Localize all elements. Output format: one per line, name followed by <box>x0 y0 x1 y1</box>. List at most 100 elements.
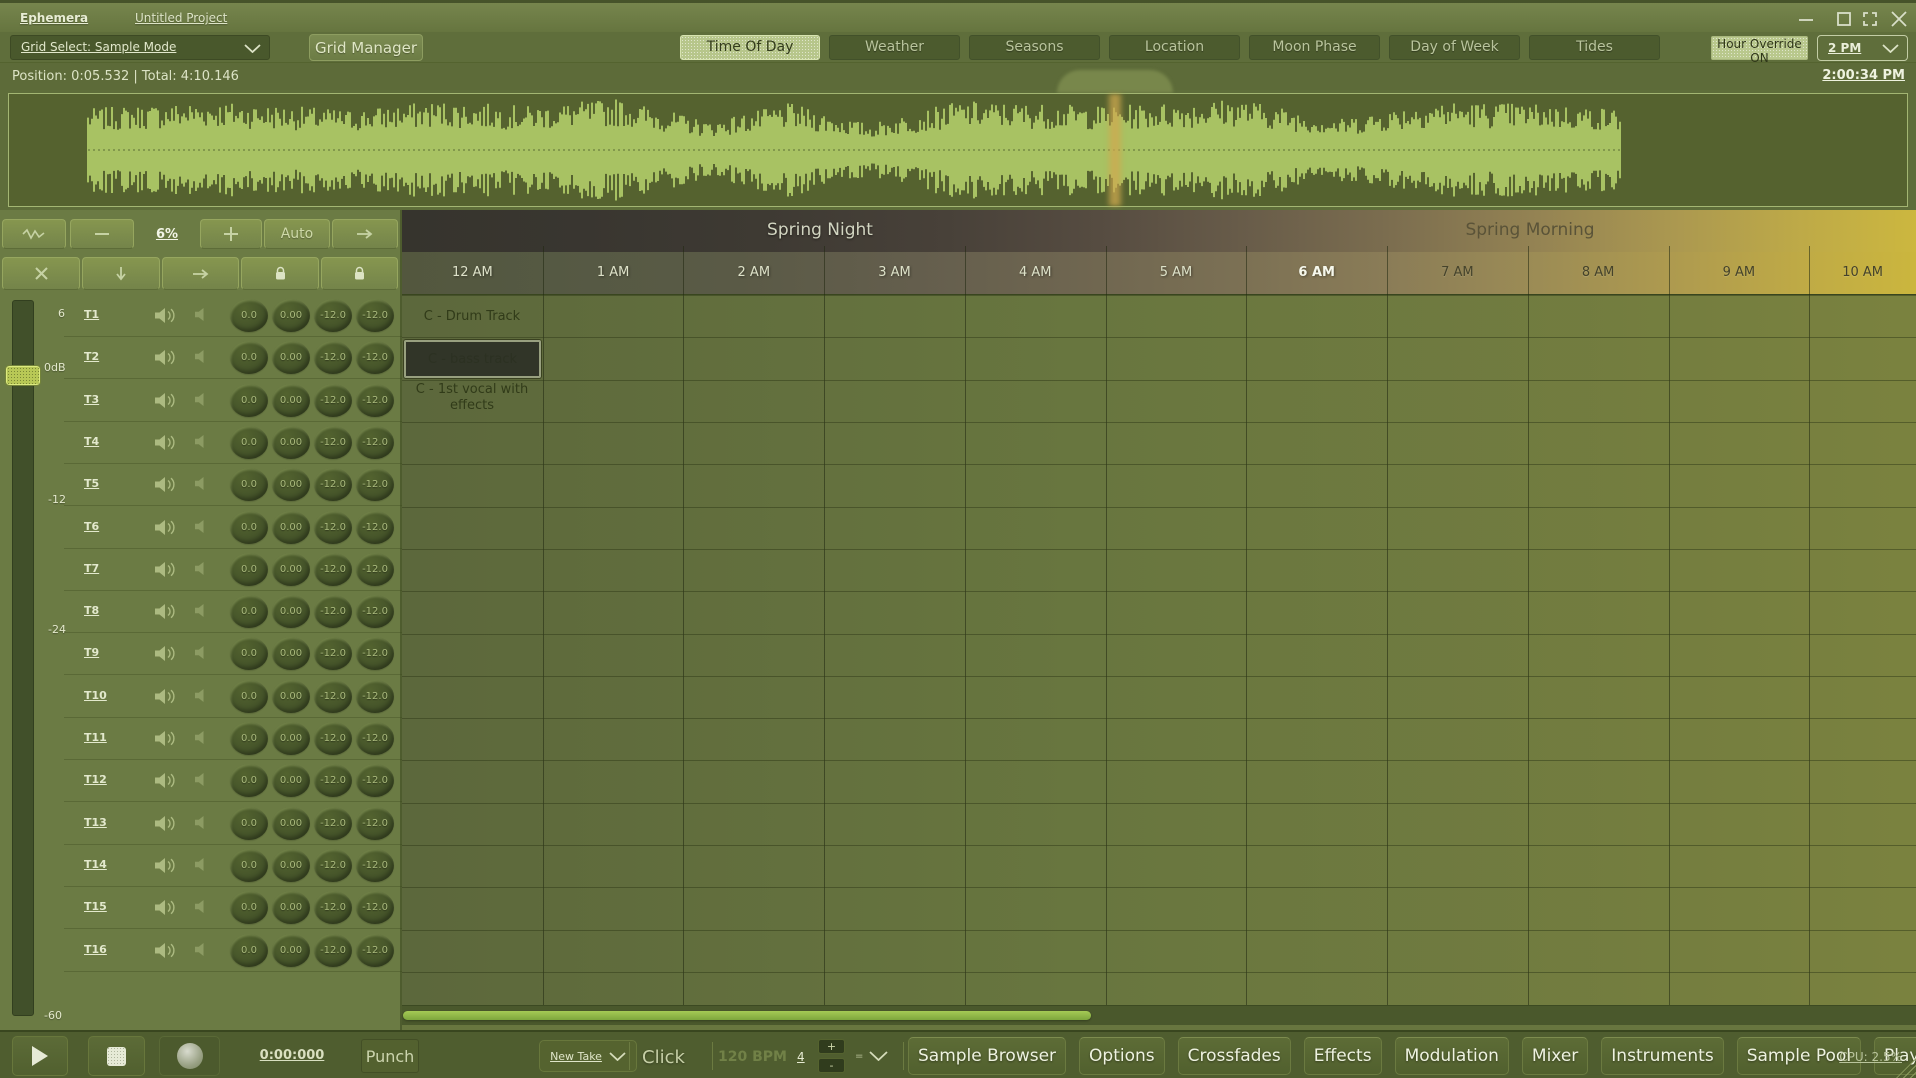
maximize-icon[interactable] <box>1835 10 1853 28</box>
track-label[interactable]: T13 <box>84 816 107 829</box>
track-knob[interactable]: -12.0 <box>314 553 352 586</box>
speaker-on-icon[interactable] <box>154 815 178 836</box>
clip-drum-track[interactable]: C - Drum Track <box>402 295 542 337</box>
click-button[interactable]: Click <box>642 1047 685 1068</box>
beats-increment-button[interactable]: + <box>818 1039 845 1054</box>
speaker-on-icon[interactable] <box>154 688 178 709</box>
speaker-muted-icon[interactable] <box>194 772 208 791</box>
menu-button-effects[interactable]: Effects <box>1304 1037 1382 1075</box>
tab-location[interactable]: Location <box>1109 35 1240 60</box>
track-knob[interactable]: -12.0 <box>356 341 394 374</box>
track-knob[interactable]: 0.0 <box>230 341 268 374</box>
tab-moon-phase[interactable]: Moon Phase <box>1249 35 1380 60</box>
track-knob[interactable]: -12.0 <box>314 595 352 628</box>
auto-button[interactable]: Auto <box>264 219 330 249</box>
track-knob[interactable]: -12.0 <box>314 468 352 501</box>
record-button[interactable] <box>159 1036 220 1076</box>
close-icon[interactable] <box>1890 10 1908 28</box>
track-knob[interactable]: 0.00 <box>272 595 310 628</box>
track-knob[interactable]: -12.0 <box>314 849 352 882</box>
horizontal-scrollbar[interactable] <box>402 1005 1916 1025</box>
beats-value[interactable]: 4 <box>797 1050 805 1064</box>
track-knob[interactable]: -12.0 <box>356 680 394 713</box>
transport-time[interactable]: 0:00:000 <box>252 1048 332 1063</box>
track-knob[interactable]: 0.0 <box>230 764 268 797</box>
track-knob[interactable]: 0.00 <box>272 426 310 459</box>
track-knob[interactable]: 0.00 <box>272 511 310 544</box>
clip-vocal-track[interactable]: C - 1st vocal with effects <box>402 382 542 414</box>
track-label[interactable]: T11 <box>84 731 107 744</box>
play-button[interactable] <box>12 1036 68 1076</box>
track-knob[interactable]: 0.00 <box>272 934 310 967</box>
track-knob[interactable]: -12.0 <box>314 384 352 417</box>
hour-select-dropdown[interactable]: 2 PM <box>1817 35 1908 61</box>
track-knob[interactable]: 0.0 <box>230 637 268 670</box>
track-knob[interactable]: -12.0 <box>314 426 352 459</box>
track-knob[interactable]: -12.0 <box>356 426 394 459</box>
track-knob[interactable]: 0.00 <box>272 637 310 670</box>
track-knob[interactable]: -12.0 <box>356 299 394 332</box>
app-menu[interactable]: Ephemera <box>20 11 88 25</box>
speaker-muted-icon[interactable] <box>194 561 208 580</box>
track-knob[interactable]: -12.0 <box>314 680 352 713</box>
track-knob[interactable]: 0.0 <box>230 468 268 501</box>
track-knob[interactable]: 0.00 <box>272 764 310 797</box>
track-label[interactable]: T14 <box>84 858 107 871</box>
track-knob[interactable]: 0.00 <box>272 553 310 586</box>
speaker-on-icon[interactable] <box>154 519 178 540</box>
speaker-on-icon[interactable] <box>154 942 178 963</box>
track-knob[interactable]: -12.0 <box>356 891 394 924</box>
speaker-muted-icon[interactable] <box>194 392 208 411</box>
track-knob[interactable]: 0.00 <box>272 680 310 713</box>
note-value-dropdown[interactable]: = <box>855 1044 899 1068</box>
lock-all-button[interactable] <box>321 257 398 290</box>
track-label[interactable]: T6 <box>84 520 99 533</box>
waveform-zoom-button[interactable] <box>2 219 66 249</box>
track-label[interactable]: T12 <box>84 773 107 786</box>
zoom-in-button[interactable] <box>200 219 262 249</box>
speaker-on-icon[interactable] <box>154 307 178 328</box>
track-knob[interactable]: 0.0 <box>230 934 268 967</box>
speaker-muted-icon[interactable] <box>194 815 208 834</box>
track-label[interactable]: T4 <box>84 435 99 448</box>
speaker-on-icon[interactable] <box>154 730 178 751</box>
clear-button[interactable] <box>2 257 80 290</box>
track-knob[interactable]: 0.00 <box>272 807 310 840</box>
track-knob[interactable]: -12.0 <box>314 807 352 840</box>
grid-manager-button[interactable]: Grid Manager <box>309 34 423 61</box>
speaker-muted-icon[interactable] <box>194 688 208 707</box>
speaker-on-icon[interactable] <box>154 434 178 455</box>
track-knob[interactable]: -12.0 <box>356 722 394 755</box>
speaker-muted-icon[interactable] <box>194 942 208 961</box>
track-knob[interactable]: 0.0 <box>230 891 268 924</box>
menu-button-instruments[interactable]: Instruments <box>1601 1037 1723 1075</box>
speaker-on-icon[interactable] <box>154 645 178 666</box>
track-label[interactable]: T8 <box>84 604 99 617</box>
speaker-on-icon[interactable] <box>154 603 178 624</box>
track-knob[interactable]: 0.0 <box>230 807 268 840</box>
track-knob[interactable]: -12.0 <box>356 384 394 417</box>
fullscreen-icon[interactable] <box>1861 10 1879 28</box>
track-knob[interactable]: 0.0 <box>230 299 268 332</box>
track-knob[interactable]: -12.0 <box>356 511 394 544</box>
track-knob[interactable]: 0.0 <box>230 511 268 544</box>
move-right-button[interactable] <box>162 257 239 290</box>
waveform-overview[interactable] <box>8 93 1908 207</box>
speaker-on-icon[interactable] <box>154 857 178 878</box>
speaker-muted-icon[interactable] <box>194 476 208 495</box>
track-label[interactable]: T5 <box>84 477 99 490</box>
speaker-muted-icon[interactable] <box>194 519 208 538</box>
speaker-muted-icon[interactable] <box>194 730 208 749</box>
track-knob[interactable]: -12.0 <box>314 511 352 544</box>
speaker-muted-icon[interactable] <box>194 434 208 453</box>
master-fader-track[interactable] <box>12 300 34 1016</box>
tab-day-of-week[interactable]: Day of Week <box>1389 35 1520 60</box>
speaker-on-icon[interactable] <box>154 392 178 413</box>
track-knob[interactable]: -12.0 <box>356 553 394 586</box>
track-knob[interactable]: -12.0 <box>356 849 394 882</box>
grid-select-dropdown[interactable]: Grid Select: Sample Mode <box>10 35 270 60</box>
scrollbar-thumb[interactable] <box>403 1011 1091 1020</box>
move-down-button[interactable] <box>82 257 160 290</box>
speaker-on-icon[interactable] <box>154 772 178 793</box>
track-knob[interactable]: 0.00 <box>272 341 310 374</box>
